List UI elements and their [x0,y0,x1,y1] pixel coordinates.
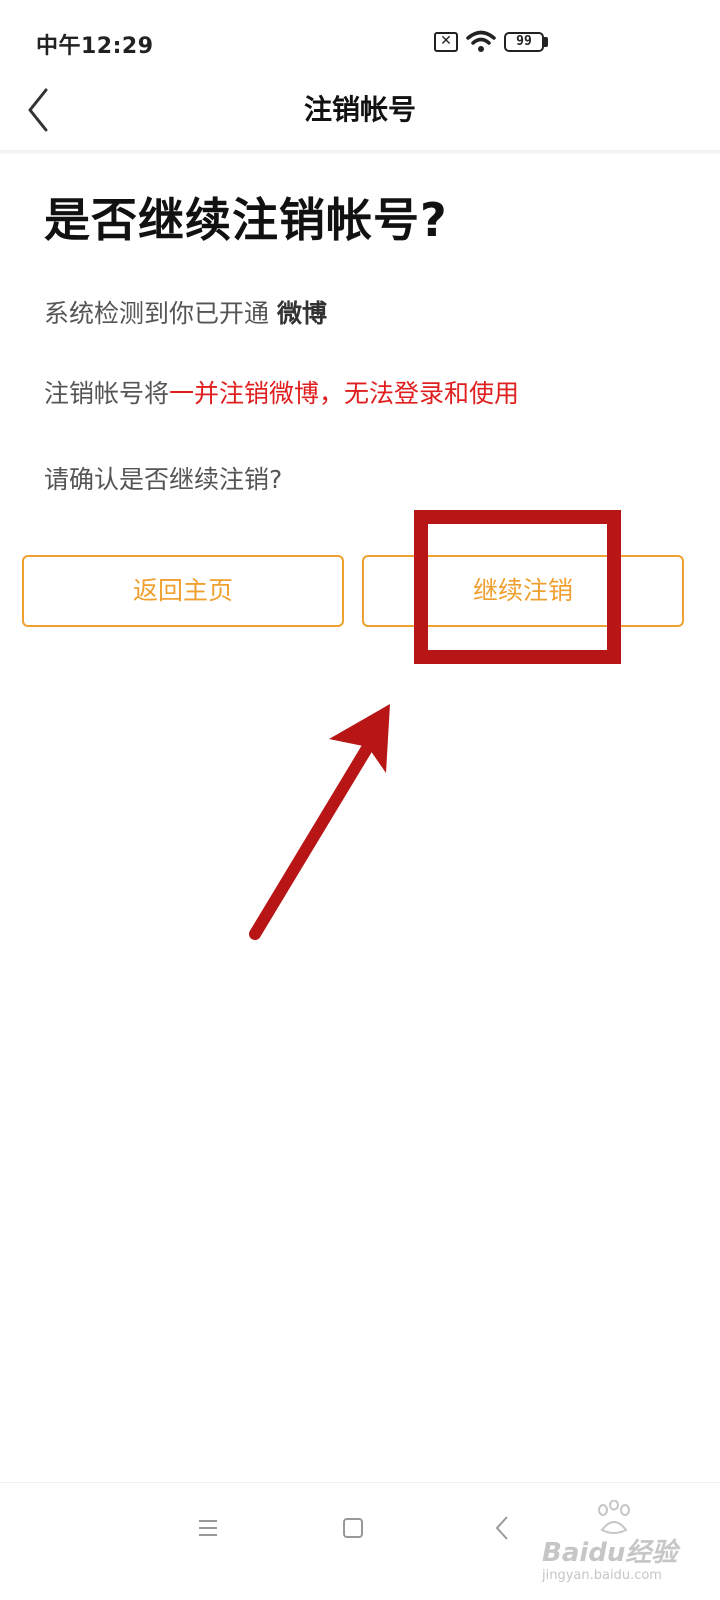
menu-icon[interactable] [198,1519,218,1537]
back-triangle-icon[interactable] [494,1515,510,1541]
annotation-highlight-box [414,510,621,664]
detected-service-name: 微博 [276,299,327,328]
confirm-question: 请确认是否继续注销? [44,465,283,494]
status-time: 中午12:29 [36,34,154,59]
battery-tip [544,37,548,47]
return-home-button[interactable]: 返回主页 [22,555,344,627]
baidu-watermark: Baidu经验 jingyan.baidu.com [542,1500,712,1590]
sim-no-service-icon: ✕ [434,32,458,52]
nav-bar: 注销帐号 [0,68,720,152]
warning-line: 注销帐号将一并注销微博，无法登录和使用 [44,374,519,410]
paw-icon [598,1500,630,1534]
page-title: 注销帐号 [303,93,416,126]
watermark-url: jingyan.baidu.com [542,1568,662,1583]
warning-text: 一并注销微博，无法登录和使用 [169,379,520,408]
square-home-icon[interactable] [343,1518,363,1538]
warning-prefix: 注销帐号将 [44,379,170,408]
confirm-heading: 是否继续注销帐号? [44,193,448,247]
battery-icon: 99 [504,32,544,52]
detected-prefix: 系统检测到你已开通 [44,299,277,328]
nav-divider [0,150,720,154]
watermark-logo: Baidu经验 [542,1538,678,1568]
detected-service-line: 系统检测到你已开通 微博 [44,294,327,330]
wifi-icon [466,30,496,52]
